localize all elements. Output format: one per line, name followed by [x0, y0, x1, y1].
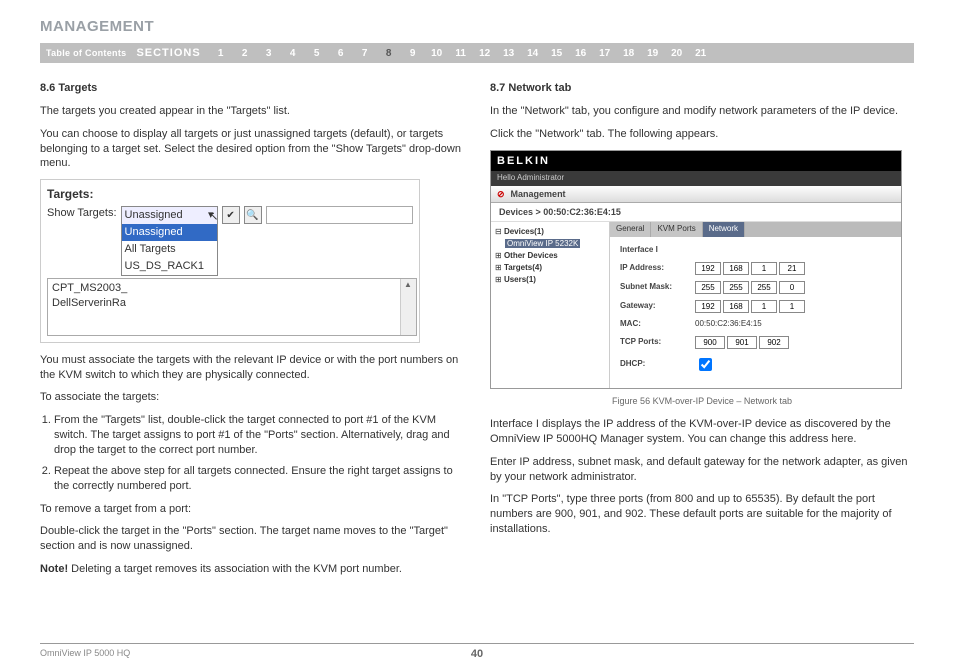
search-input[interactable] [266, 206, 413, 224]
network-tab-figure: BELKIN Hello Administrator ⊘ Management … [490, 150, 902, 389]
section-link-18[interactable]: 18 [617, 48, 641, 59]
gw-octet[interactable] [695, 300, 721, 313]
text: Interface I displays the IP address of t… [490, 417, 914, 447]
mac-value: 00:50:C2:36:E4:15 [695, 319, 762, 330]
section-navbar: Table of Contents SECTIONS 1234567891011… [40, 43, 914, 63]
section-link-3[interactable]: 3 [257, 48, 281, 59]
section-link-20[interactable]: 20 [665, 48, 689, 59]
section-link-9[interactable]: 9 [401, 48, 425, 59]
apply-button[interactable]: ✔ [222, 206, 240, 224]
section-link-6[interactable]: 6 [329, 48, 353, 59]
text: In "TCP Ports", type three ports (from 8… [490, 492, 914, 537]
show-targets-dropdown[interactable]: Unassigned▾ Unassigned All Targets US_DS… [121, 206, 218, 275]
section-link-8[interactable]: 8 [377, 48, 401, 59]
ip-octet[interactable] [779, 262, 805, 275]
search-button[interactable]: 🔍 [244, 206, 262, 224]
gw-octet[interactable] [751, 300, 777, 313]
show-targets-label: Show Targets: [47, 206, 117, 221]
dropdown-option[interactable]: US_DS_RACK1 [122, 258, 217, 275]
subnet-octet[interactable] [751, 281, 777, 294]
section-link-4[interactable]: 4 [281, 48, 305, 59]
list-item[interactable]: DellServerinRa [52, 296, 412, 311]
subnet-label: Subnet Mask: [620, 282, 695, 293]
gateway-label: Gateway: [620, 301, 695, 312]
ip-octet[interactable] [695, 262, 721, 275]
tabs: General KVM Ports Network [610, 222, 901, 237]
tab-general[interactable]: General [610, 222, 651, 237]
text: In the "Network" tab, you configure and … [490, 104, 914, 119]
section-link-19[interactable]: 19 [641, 48, 665, 59]
section-link-16[interactable]: 16 [569, 48, 593, 59]
section-8-7-head: 8.7 Network tab [490, 81, 914, 96]
left-column: 8.6 Targets The targets you created appe… [40, 81, 464, 585]
gw-octet[interactable] [779, 300, 805, 313]
note: Note! Deleting a target removes its asso… [40, 562, 464, 577]
text: You must associate the targets with the … [40, 353, 464, 383]
text: Click the "Network" tab. The following a… [490, 127, 914, 142]
ip-label: IP Address: [620, 263, 695, 274]
right-column: 8.7 Network tab In the "Network" tab, yo… [490, 81, 914, 585]
targets-title: Targets: [47, 186, 413, 202]
section-link-5[interactable]: 5 [305, 48, 329, 59]
section-link-11[interactable]: 11 [449, 48, 473, 59]
scrollbar[interactable] [400, 279, 416, 335]
targets-screenshot: Targets: Show Targets: Unassigned▾ Unass… [40, 179, 420, 343]
sections-label: SECTIONS [136, 47, 200, 59]
dropdown-option[interactable]: All Targets [122, 241, 217, 258]
dhcp-checkbox[interactable] [699, 358, 712, 371]
management-label: Management [511, 188, 566, 200]
tab-kvm-ports[interactable]: KVM Ports [651, 222, 702, 237]
subnet-octet[interactable] [779, 281, 805, 294]
section-link-2[interactable]: 2 [233, 48, 257, 59]
mac-label: MAC: [620, 319, 695, 330]
cursor-icon: ↖ [209, 208, 219, 224]
section-link-21[interactable]: 21 [689, 48, 713, 59]
section-link-12[interactable]: 12 [473, 48, 497, 59]
page-title: MANAGEMENT [40, 18, 914, 35]
tcp-port[interactable] [759, 336, 789, 349]
figure-caption: Figure 56 KVM-over-IP Device – Network t… [490, 395, 914, 407]
text: You can choose to display all targets or… [40, 127, 464, 172]
text: The targets you created appear in the "T… [40, 104, 464, 119]
tab-network[interactable]: Network [703, 222, 745, 237]
section-link-10[interactable]: 10 [425, 48, 449, 59]
text: Double-click the target in the "Ports" s… [40, 524, 464, 554]
text: To associate the targets: [40, 390, 464, 405]
dhcp-label: DHCP: [620, 359, 695, 370]
subnet-octet[interactable] [695, 281, 721, 294]
tcp-port[interactable] [695, 336, 725, 349]
ip-octet[interactable] [751, 262, 777, 275]
text: Enter IP address, subnet mask, and defau… [490, 455, 914, 485]
toc-link[interactable]: Table of Contents [46, 48, 126, 58]
section-8-6-head: 8.6 Targets [40, 81, 464, 96]
section-link-14[interactable]: 14 [521, 48, 545, 59]
close-icon[interactable]: ⊘ [497, 188, 505, 200]
device-tree[interactable]: ⊟ Devices(1) OmniView IP 5232K ⊞ Other D… [491, 222, 610, 387]
text: To remove a target from a port: [40, 502, 464, 517]
breadcrumb: Devices > 00:50:C2:36:E4:15 [491, 203, 901, 222]
list-item: Repeat the above step for all targets co… [54, 464, 464, 494]
targets-list[interactable]: CPT_MS2003_ DellServerinRa [47, 278, 417, 336]
product-name: OmniView IP 5000 HQ [40, 648, 130, 658]
section-link-15[interactable]: 15 [545, 48, 569, 59]
section-link-13[interactable]: 13 [497, 48, 521, 59]
hello-label: Hello Administrator [491, 171, 901, 186]
section-link-17[interactable]: 17 [593, 48, 617, 59]
interface-label: Interface I [620, 245, 695, 256]
gw-octet[interactable] [723, 300, 749, 313]
dropdown-selected: Unassigned [125, 208, 183, 223]
section-link-7[interactable]: 7 [353, 48, 377, 59]
list-item: From the "Targets" list, double-click th… [54, 413, 464, 458]
page-footer: OmniView IP 5000 HQ 40 [40, 643, 914, 658]
list-item[interactable]: CPT_MS2003_ [52, 281, 412, 296]
ip-octet[interactable] [723, 262, 749, 275]
brand-label: BELKIN [491, 151, 901, 172]
subnet-octet[interactable] [723, 281, 749, 294]
page-number: 40 [471, 648, 483, 660]
tcp-port[interactable] [727, 336, 757, 349]
tree-selected[interactable]: OmniView IP 5232K [505, 239, 580, 248]
tcp-label: TCP Ports: [620, 337, 695, 348]
dropdown-option[interactable]: Unassigned [122, 224, 217, 241]
section-link-1[interactable]: 1 [209, 48, 233, 59]
